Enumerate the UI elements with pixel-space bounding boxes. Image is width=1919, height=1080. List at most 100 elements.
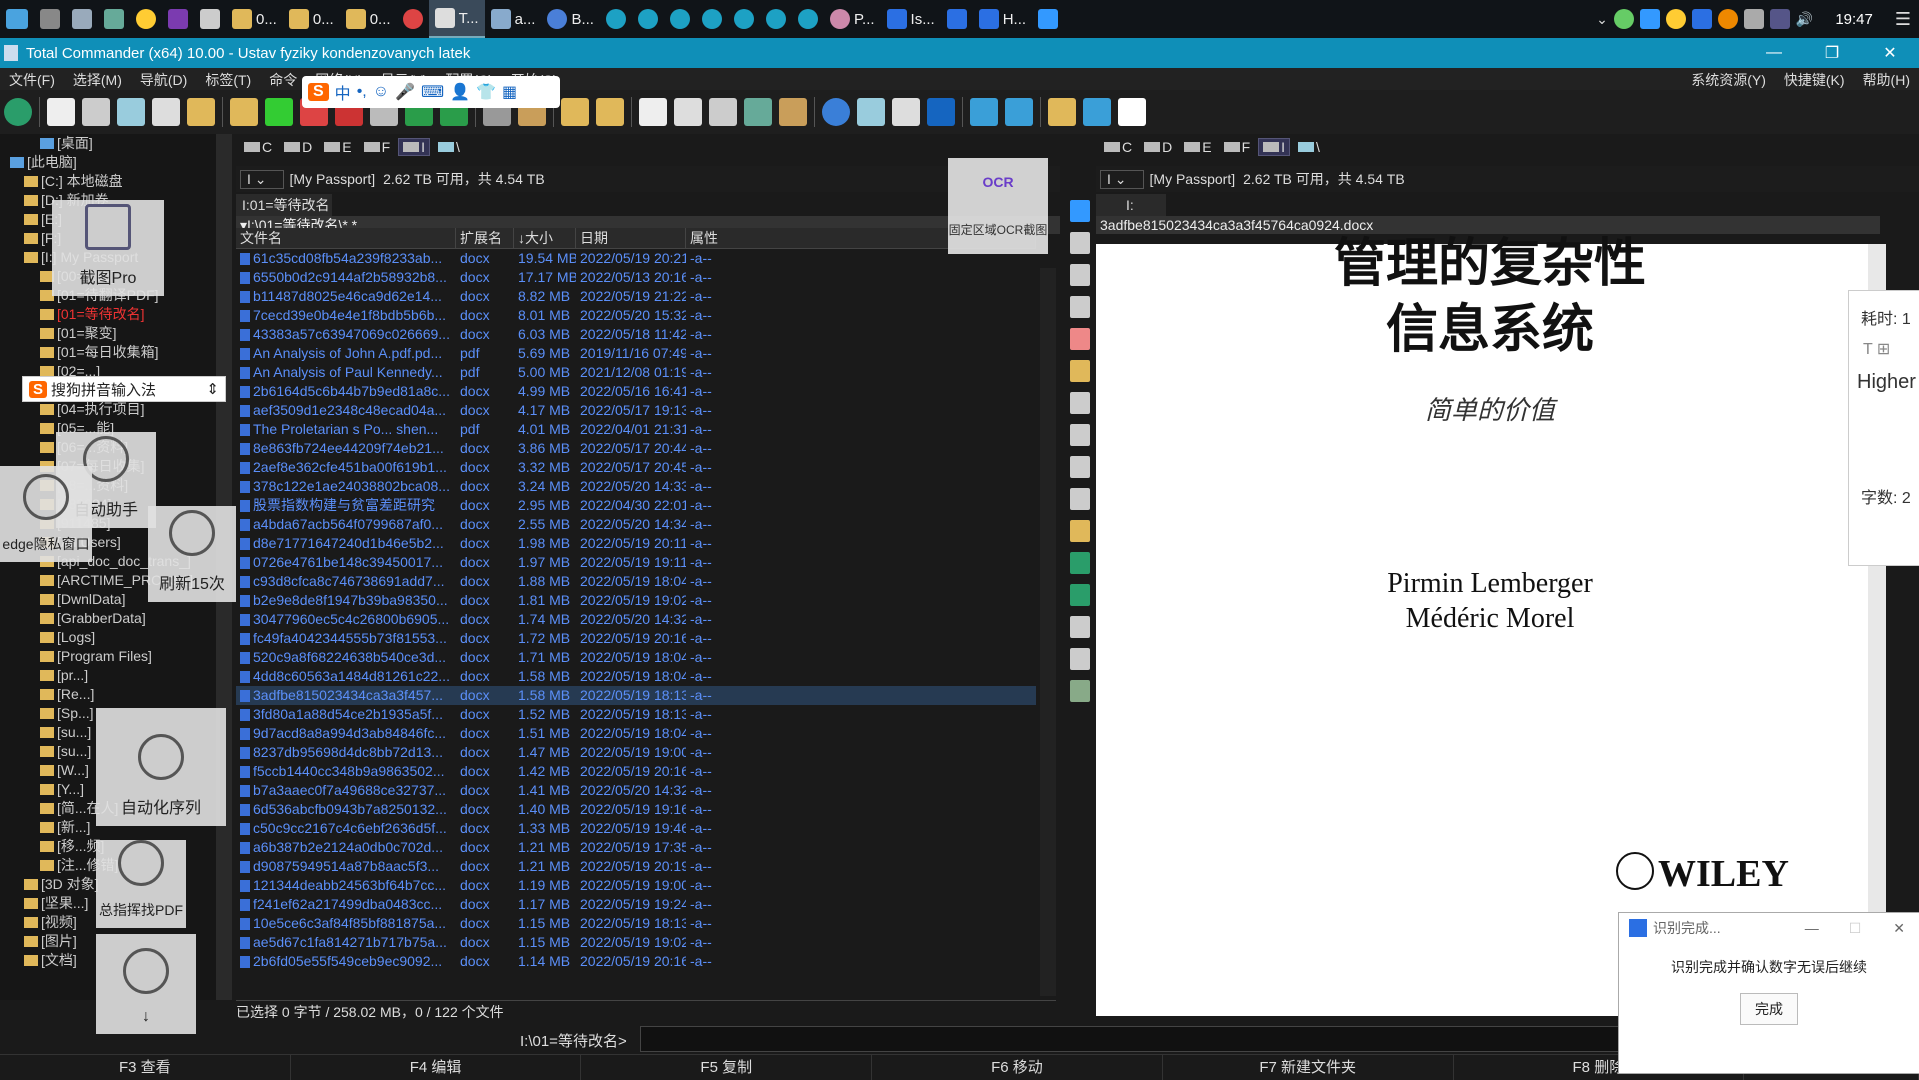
pdf-icon[interactable]: [1070, 328, 1090, 350]
grid-icon[interactable]: [1070, 616, 1090, 638]
copy-icon[interactable]: [1070, 296, 1090, 318]
drive-d-button[interactable]: D: [280, 139, 316, 155]
tree-item[interactable]: [04=执行项目]: [0, 400, 232, 419]
taskbar-app-b[interactable]: B...: [541, 0, 600, 38]
taskbar-app-h[interactable]: H...: [973, 0, 1032, 38]
column-name[interactable]: 文件名: [236, 228, 456, 248]
file-row[interactable]: 2b6fd05e55f549ceb9ec9092... docx 1.14 MB 20…: [236, 952, 1036, 971]
taskbar-edge-2[interactable]: [632, 0, 664, 38]
done-button[interactable]: 完成: [1740, 993, 1798, 1025]
grid-icon[interactable]: ▦: [502, 82, 517, 102]
taskbar-app-is[interactable]: Is...: [881, 0, 941, 38]
tray-app-icon[interactable]: [1613, 9, 1634, 29]
taskbar-edge-1[interactable]: [600, 0, 632, 38]
file-row[interactable]: aef3509d1e2348c48ecad04a... docx 4.17 MB 20…: [236, 401, 1036, 420]
file-row[interactable]: c93d8cfca8c746738691add7... docx 1.88 MB 20…: [236, 572, 1036, 591]
edit-document-icon[interactable]: [1070, 264, 1090, 286]
file-row[interactable]: 378c122e1ae24038802bca08... docx 3.24 MB 20…: [236, 477, 1036, 496]
find-files-icon[interactable]: [639, 98, 667, 126]
file-row[interactable]: 8e863fb724ee44209f74eb21... docx 3.86 MB 20…: [236, 439, 1036, 458]
archive-icon[interactable]: [1070, 520, 1090, 542]
tray-check-icon[interactable]: [1665, 9, 1686, 29]
drive-e-button[interactable]: E: [320, 139, 355, 155]
f7-newfolder-button[interactable]: F7 新建文件夹: [1163, 1055, 1454, 1080]
brief-view-icon[interactable]: [47, 98, 75, 126]
taskbar-app-a[interactable]: a...: [485, 0, 542, 38]
file-row[interactable]: fc49fa4042344555b73f81553... docx 1.72 MB 2…: [236, 629, 1036, 648]
up-arrow-icon[interactable]: [1070, 200, 1090, 222]
drive-i-button[interactable]: I: [398, 138, 431, 156]
taskbar-total-commander[interactable]: T...: [428, 0, 485, 38]
file-row[interactable]: 2b6164d5c6b44b7b9ed81a8c... docx 4.99 MB 20…: [236, 382, 1036, 401]
grid-folder-icon[interactable]: [1048, 98, 1076, 126]
maximize-button[interactable]: ❐: [1803, 43, 1861, 63]
command-input[interactable]: [640, 1026, 1642, 1052]
drive-select[interactable]: I ⌄: [1100, 169, 1144, 189]
menu-system-resources[interactable]: 系统资源(Y): [1682, 68, 1775, 90]
rename-icon[interactable]: [1070, 456, 1090, 478]
search-icon[interactable]: [1717, 9, 1738, 29]
minimize-button[interactable]: —: [1745, 44, 1803, 62]
taskbar-app-1[interactable]: [66, 0, 98, 38]
full-view-icon[interactable]: [82, 98, 110, 126]
taskbar-folder-1[interactable]: 0...: [226, 0, 283, 38]
tree-item[interactable]: [01=等待改名]: [0, 305, 232, 324]
menu-hotkeys[interactable]: 快捷键(K): [1775, 68, 1854, 90]
file-list-scrollbar[interactable]: [1040, 268, 1056, 996]
tree-view-icon[interactable]: [152, 98, 180, 126]
taskbar-edge-6[interactable]: [760, 0, 792, 38]
menu-help[interactable]: 帮助(H): [1854, 68, 1919, 90]
file-row[interactable]: 30477960ec5c4c26800b6905... docx 1.74 MB 20…: [236, 610, 1036, 629]
column-date[interactable]: 日期: [576, 228, 686, 248]
file-row[interactable]: f5ccb1440cc348b9a9863502... docx 1.42 MB 20…: [236, 762, 1036, 781]
tree-item[interactable]: [此电脑]: [0, 153, 232, 172]
file-row[interactable]: f241ef62a217499dba0483cc... docx 1.17 MB 20…: [236, 895, 1036, 914]
tree-item[interactable]: [Re...]: [0, 685, 232, 704]
taskbar-folder-3[interactable]: 0...: [340, 0, 397, 38]
ime-icon[interactable]: [1769, 9, 1790, 29]
taskbar-edge-4[interactable]: [696, 0, 728, 38]
taskbar-app-3[interactable]: [130, 0, 162, 38]
window-icon[interactable]: [1118, 98, 1146, 126]
tray-automate-icon[interactable]: [1691, 9, 1712, 29]
file-row[interactable]: 7cecd39e0b4e4e1f8bdb5b6b... docx 8.01 MB 20…: [236, 306, 1036, 325]
clock[interactable]: 19:47: [1819, 11, 1889, 28]
file-row[interactable]: d8e71771647240d1b46e5b2... docx 1.98 MB 202…: [236, 534, 1036, 553]
print-icon[interactable]: [1070, 488, 1090, 510]
folder-icon[interactable]: [561, 98, 589, 126]
file-row[interactable]: ae5d67c1fa814271b717b75a... docx 1.15 MB 20…: [236, 933, 1036, 952]
copy-names-icon[interactable]: [744, 98, 772, 126]
ime-toolbar[interactable]: S 中 •, ☺ 🎤 ⌨ 👤 👕 ▦: [302, 76, 560, 108]
punctuation-icon[interactable]: •,: [357, 83, 367, 101]
file-row[interactable]: a4bda67acb564f0799687af0... docx 2.55 MB 20…: [236, 515, 1036, 534]
screenshot-pro-button[interactable]: 截图Pro: [52, 200, 164, 296]
keyboard-icon[interactable]: ⌨: [421, 82, 444, 102]
column-size[interactable]: ↓大小: [514, 228, 576, 248]
list-icon[interactable]: [1070, 552, 1090, 574]
file-row[interactable]: b2e9e8de8f1947b39ba98350... docx 1.81 MB 20…: [236, 591, 1036, 610]
refresh-15-button[interactable]: 刷新15次: [148, 506, 236, 602]
tree-item[interactable]: [pr...]: [0, 666, 232, 685]
menu-navigate[interactable]: 导航(D): [131, 68, 196, 90]
file-row[interactable]: a6b387b2e2124a0db0c702d... docx 1.21 MB 202…: [236, 838, 1036, 857]
new-folder-icon[interactable]: [1070, 360, 1090, 382]
file-row[interactable]: An Analysis of John A.pdf.pd... pdf 5.69 M…: [236, 344, 1036, 363]
drive-select[interactable]: I ⌄: [240, 169, 284, 189]
ime-status[interactable]: S 搜狗拼音输入法 ⇕: [22, 376, 226, 402]
document-icon[interactable]: [1070, 232, 1090, 254]
format-tools[interactable]: T ⊞: [1849, 329, 1919, 359]
file-row[interactable]: 121344deabb24563bf64b7cc... docx 1.19 MB 20…: [236, 876, 1036, 895]
notepad-icon[interactable]: [857, 98, 885, 126]
f3-view-button[interactable]: F3 查看: [0, 1055, 291, 1080]
file-row[interactable]: 股票指数构建与贫富差距研究 docx 2.95 MB 2022/04/30 22:01…: [236, 496, 1036, 515]
gear-icon[interactable]: [822, 98, 850, 126]
drive-f-button[interactable]: F: [1220, 139, 1255, 155]
file-row[interactable]: b7a3aaec0f7a49688ce32737... docx 1.41 MB 20…: [236, 781, 1036, 800]
file-row[interactable]: 520c9a8f68224638b540ce3d... docx 1.71 MB 20…: [236, 648, 1036, 667]
file-row[interactable]: 4dd8c60563a1484d81261c22... docx 1.58 MB 20…: [236, 667, 1036, 686]
file-row[interactable]: c50c9cc2167c4c6ebf2636d5f... docx 1.33 MB 2…: [236, 819, 1036, 838]
file-row[interactable]: 3adfbe815023434ca3a3f457... docx 1.58 MB 20…: [236, 686, 1036, 705]
taskbar-app-p[interactable]: P...: [824, 0, 881, 38]
filter-icon[interactable]: [1070, 648, 1090, 670]
file-row[interactable]: 10e5ce6c3af84f85bf881875a... docx 1.15 MB 2…: [236, 914, 1036, 933]
